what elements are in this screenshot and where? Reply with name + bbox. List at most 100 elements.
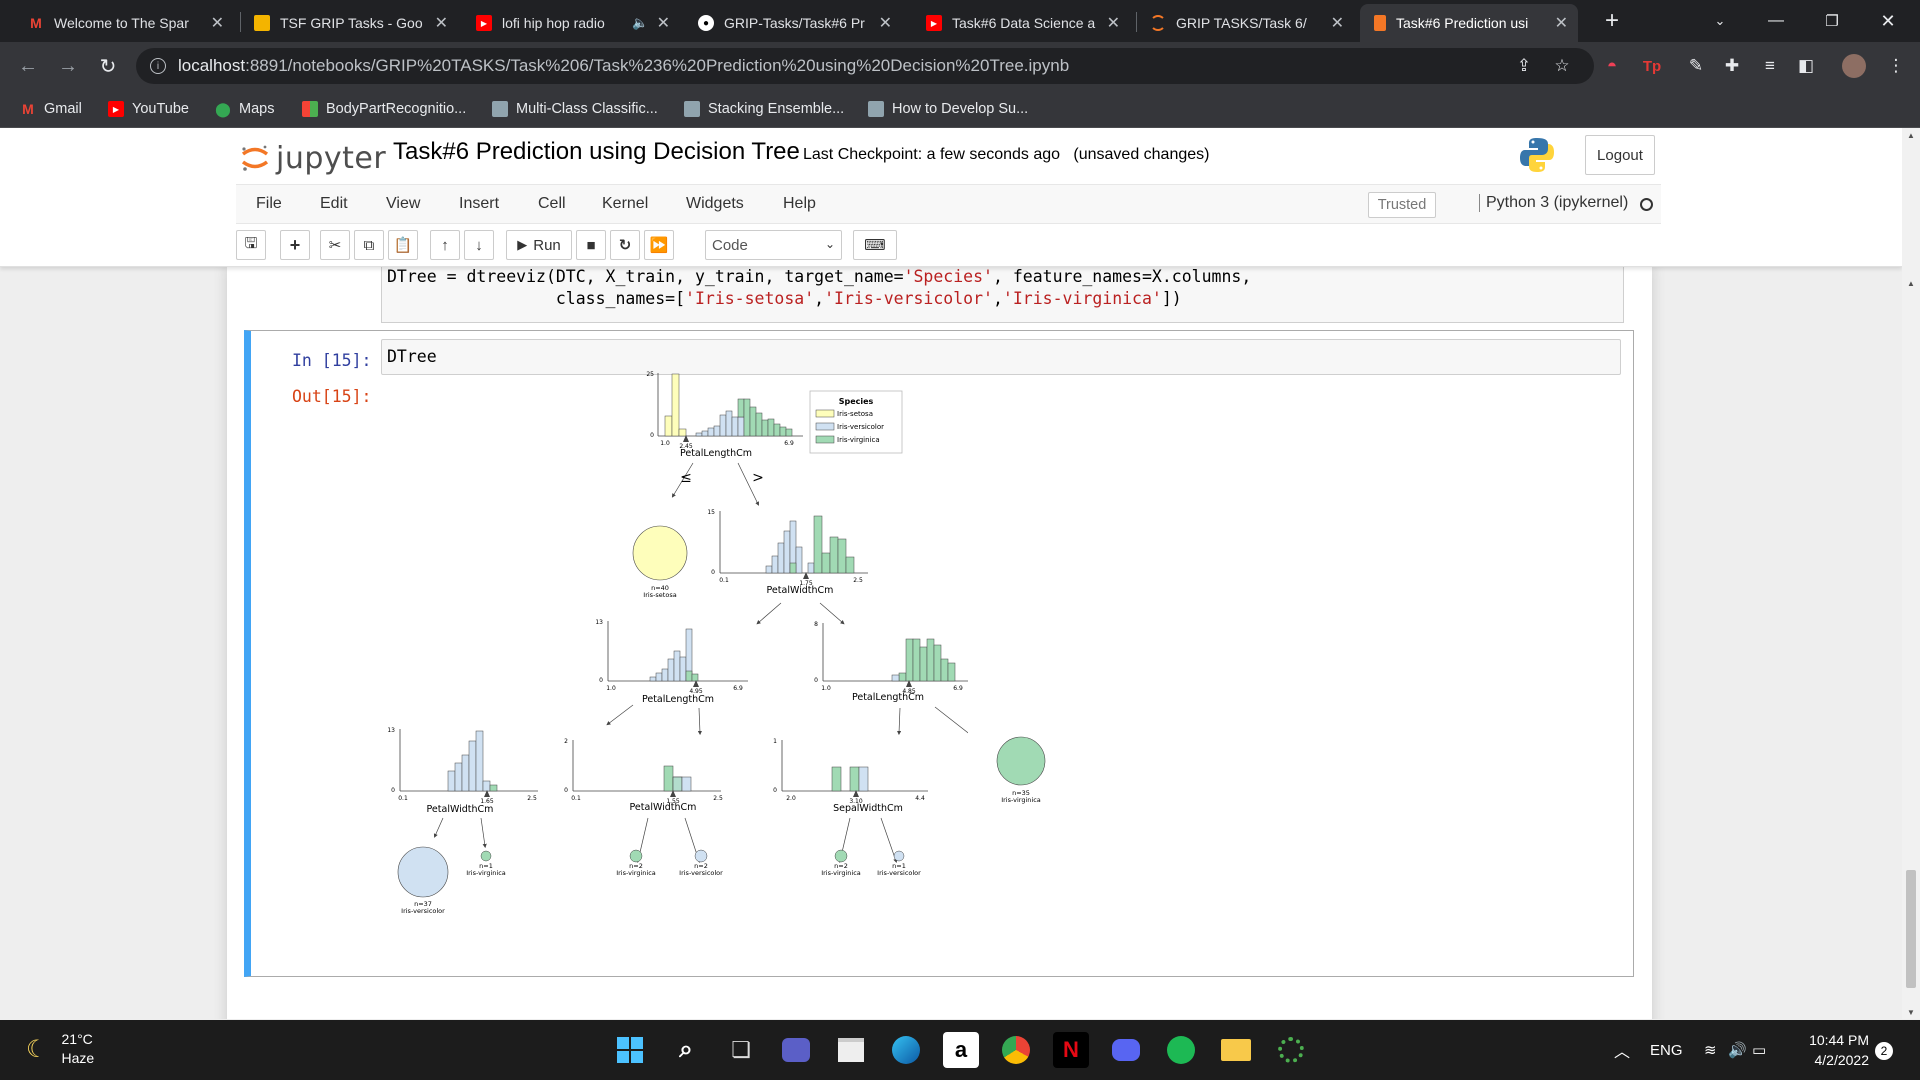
- logout-button[interactable]: Logout: [1585, 135, 1655, 175]
- bookmark-youtube[interactable]: ▶ YouTube: [108, 99, 189, 119]
- store-icon[interactable]: [833, 1032, 869, 1068]
- cell-type-select[interactable]: Code ⌄: [705, 230, 842, 260]
- bookmark-bodypart[interactable]: BodyPartRecognitio...: [302, 99, 466, 119]
- save-icon[interactable]: 🖫: [236, 230, 266, 260]
- scroll-up-icon[interactable]: ▲: [1902, 128, 1920, 142]
- menu-cell[interactable]: Cell: [538, 195, 566, 213]
- side-panel-icon[interactable]: ◧: [1792, 52, 1820, 80]
- notebook-title[interactable]: Task#6 Prediction using Decision Tree: [393, 138, 800, 166]
- wifi-icon[interactable]: ≋: [1704, 1020, 1717, 1080]
- chat-icon[interactable]: [778, 1032, 814, 1068]
- tab-jupyter-tree[interactable]: GRIP TASKS/Task 6/ ✕: [1136, 4, 1354, 42]
- tray-overflow-icon[interactable]: ︿: [1614, 1020, 1630, 1080]
- svg-text:0: 0: [599, 677, 603, 684]
- code-cell-selected[interactable]: In [15]: DTree Out[15]: 25 0 1.0 2.45 6.…: [244, 330, 1634, 977]
- bookmark-stacking[interactable]: Stacking Ensemble...: [684, 99, 844, 119]
- audio-icon[interactable]: 🔈: [632, 15, 648, 31]
- close-icon[interactable]: ✕: [211, 13, 224, 33]
- bookmark-gmail[interactable]: M Gmail: [20, 99, 82, 119]
- cut-icon[interactable]: ✂: [320, 230, 350, 260]
- move-down-icon[interactable]: ↓: [464, 230, 494, 260]
- jupyter-logo[interactable]: jupyter: [240, 136, 386, 180]
- chrome-icon[interactable]: [998, 1032, 1034, 1068]
- volume-icon[interactable]: 🔊: [1728, 1020, 1747, 1080]
- menu-help[interactable]: Help: [783, 195, 816, 213]
- bookmark-multiclass[interactable]: Multi-Class Classific...: [492, 99, 658, 119]
- page-icon: [492, 101, 508, 117]
- tab-lofi[interactable]: ▶ lofi hip hop radio 🔈 ✕: [462, 4, 680, 42]
- scroll-down-icon[interactable]: ▼: [1902, 1005, 1920, 1019]
- netflix-icon[interactable]: N: [1053, 1032, 1089, 1068]
- close-icon[interactable]: ✕: [1331, 13, 1344, 33]
- kernel-name[interactable]: Python 3 (ipykernel): [1479, 194, 1628, 212]
- menu-insert[interactable]: Insert: [459, 195, 499, 213]
- battery-icon[interactable]: ▭: [1752, 1020, 1766, 1080]
- share-icon[interactable]: ⇪: [1506, 48, 1542, 84]
- tab-notebook-active[interactable]: Task#6 Prediction usi ✕: [1360, 4, 1578, 42]
- profile-avatar[interactable]: [1840, 52, 1868, 80]
- run-button[interactable]: ▶ Run: [506, 230, 572, 260]
- move-up-icon[interactable]: ↑: [430, 230, 460, 260]
- weather-widget[interactable]: ☾ 21°C Haze: [26, 1030, 94, 1068]
- explorer-icon[interactable]: [1218, 1032, 1254, 1068]
- cell-input[interactable]: DTree: [381, 339, 1621, 375]
- tab-search-icon[interactable]: ⌄: [1692, 0, 1748, 42]
- tab-youtube-task6[interactable]: ▶ Task#6 Data Science a ✕: [912, 4, 1130, 42]
- bookmark-star-icon[interactable]: ☆: [1544, 48, 1580, 84]
- spotify-icon[interactable]: [1163, 1032, 1199, 1068]
- site-info-icon[interactable]: i: [150, 58, 166, 74]
- edge-icon[interactable]: [888, 1032, 924, 1068]
- forward-icon[interactable]: →: [54, 52, 82, 80]
- previous-cell-input[interactable]: DTree = dtreeviz(DTC, X_train, y_train, …: [381, 265, 1624, 323]
- language-indicator[interactable]: ENG: [1650, 1020, 1683, 1080]
- close-icon[interactable]: ✕: [1555, 13, 1568, 33]
- reload-icon[interactable]: ↻: [94, 52, 122, 80]
- menu-widgets[interactable]: Widgets: [686, 195, 744, 213]
- menu-file[interactable]: File: [256, 195, 282, 213]
- trusted-badge[interactable]: Trusted: [1368, 192, 1436, 218]
- loading-icon[interactable]: [1273, 1032, 1309, 1068]
- notification-badge[interactable]: 2: [1875, 1042, 1893, 1060]
- back-icon[interactable]: ←: [14, 52, 42, 80]
- chrome-menu-icon[interactable]: ⋮: [1882, 52, 1910, 80]
- menu-edit[interactable]: Edit: [320, 195, 348, 213]
- tab-slides[interactable]: TSF GRIP Tasks - Goo ✕: [240, 4, 458, 42]
- menu-kernel[interactable]: Kernel: [602, 195, 648, 213]
- page-scrollbar[interactable]: ▲ ▲ ▼: [1902, 128, 1920, 1019]
- close-window-icon[interactable]: ✕: [1860, 0, 1916, 42]
- media-control-icon[interactable]: ≡: [1756, 52, 1784, 80]
- close-icon[interactable]: ✕: [657, 13, 670, 33]
- address-bar[interactable]: i localhost:8891/notebooks/GRIP%20TASKS/…: [136, 48, 1594, 84]
- new-tab-button[interactable]: +: [1584, 0, 1640, 42]
- command-palette-icon[interactable]: ⌨: [853, 230, 897, 260]
- restore-icon[interactable]: ❐: [1804, 0, 1860, 42]
- copy-icon[interactable]: ⧉: [354, 230, 384, 260]
- bookmark-howto[interactable]: How to Develop Su...: [868, 99, 1028, 119]
- paste-icon[interactable]: 📋: [388, 230, 418, 260]
- scrollbar-thumb[interactable]: [1906, 870, 1916, 988]
- scroll-up-inner-icon[interactable]: ▲: [1902, 276, 1920, 290]
- system-clock[interactable]: 10:44 PM 4/2/2022: [1792, 1030, 1869, 1070]
- menu-view[interactable]: View: [386, 195, 420, 213]
- close-icon[interactable]: ✕: [879, 13, 892, 33]
- bookmark-maps[interactable]: ⬤ Maps: [215, 99, 274, 119]
- pocket-icon[interactable]: ◓: [1598, 52, 1626, 80]
- tp-extension-icon[interactable]: Tp: [1638, 52, 1666, 80]
- discord-icon[interactable]: [1108, 1032, 1144, 1068]
- restart-icon[interactable]: ↻: [610, 230, 640, 260]
- extension-edit-icon[interactable]: ✎: [1682, 52, 1710, 80]
- close-icon[interactable]: ✕: [435, 13, 448, 33]
- search-icon[interactable]: ⌕: [668, 1032, 704, 1068]
- svg-text:Iris-setosa: Iris-setosa: [643, 591, 676, 599]
- interrupt-icon[interactable]: ■: [576, 230, 606, 260]
- restart-run-all-icon[interactable]: ⏩: [644, 230, 674, 260]
- amazon-icon[interactable]: a: [943, 1032, 979, 1068]
- extensions-puzzle-icon[interactable]: ✚: [1718, 52, 1746, 80]
- insert-cell-icon[interactable]: +: [280, 230, 310, 260]
- tab-github[interactable]: ● GRIP-Tasks/Task#6 Pr ✕: [684, 4, 902, 42]
- minimize-icon[interactable]: —: [1748, 0, 1804, 42]
- start-icon[interactable]: [612, 1032, 648, 1068]
- close-icon[interactable]: ✕: [1107, 13, 1120, 33]
- tab-gmail[interactable]: M Welcome to The Spar ✕: [14, 4, 234, 42]
- task-view-icon[interactable]: ❏: [723, 1032, 759, 1068]
